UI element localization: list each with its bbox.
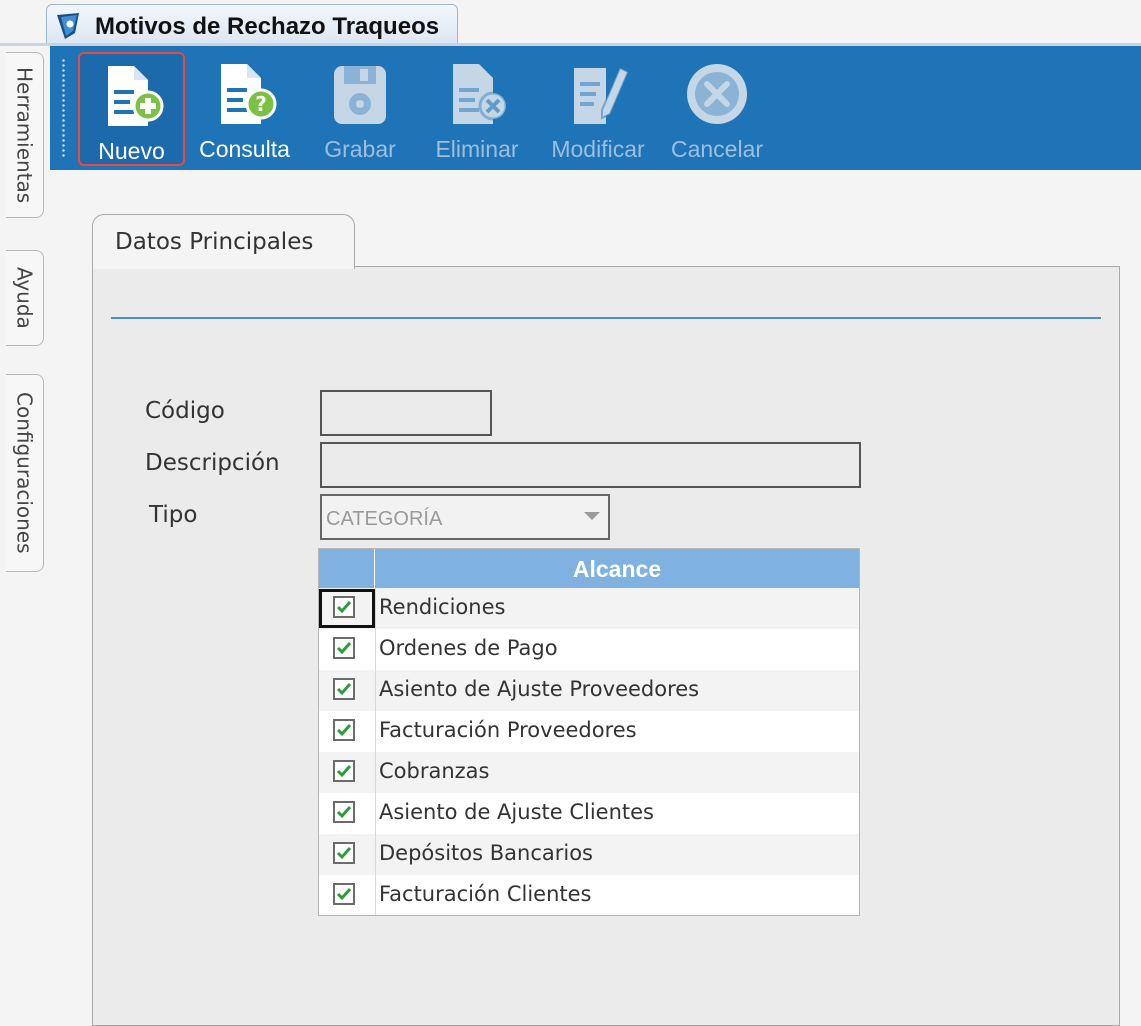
row-label: Facturación Clientes bbox=[379, 882, 592, 906]
nuevo-label: Nuevo bbox=[98, 138, 165, 164]
codigo-label: Código bbox=[145, 398, 225, 424]
tipo-label: Tipo bbox=[149, 502, 198, 528]
side-tab-ayuda[interactable]: Ayuda bbox=[6, 250, 44, 346]
row-checkbox[interactable] bbox=[333, 719, 355, 741]
consulta-button[interactable]: ? Consulta bbox=[192, 52, 297, 166]
row-label: Asiento de Ajuste Proveedores bbox=[379, 677, 700, 701]
row-checkbox[interactable] bbox=[333, 842, 355, 864]
modificar-label: Modificar bbox=[551, 136, 645, 162]
new-document-icon bbox=[107, 66, 163, 126]
table-row[interactable]: Cobranzas bbox=[319, 752, 859, 793]
checkmark-icon bbox=[336, 642, 352, 655]
nuevo-button[interactable]: Nuevo bbox=[78, 52, 185, 166]
grabar-label: Grabar bbox=[324, 136, 396, 162]
side-tab-label: Configuraciones bbox=[12, 392, 37, 554]
table-row[interactable]: Ordenes de Pago bbox=[319, 629, 859, 670]
checkmark-icon bbox=[336, 765, 352, 778]
row-label: Cobranzas bbox=[379, 759, 490, 783]
table-row[interactable]: Depósitos Bancarios bbox=[319, 834, 859, 875]
side-tab-herramientas[interactable]: Herramientas bbox=[6, 52, 44, 218]
table-row[interactable]: Asiento de Ajuste Clientes bbox=[319, 793, 859, 834]
save-icon bbox=[334, 66, 386, 124]
focus-outline bbox=[319, 589, 375, 628]
grid-header: Alcance bbox=[319, 549, 859, 588]
row-checkbox[interactable] bbox=[333, 678, 355, 700]
descripcion-label: Descripción bbox=[145, 450, 280, 476]
side-tab-label: Herramientas bbox=[12, 66, 37, 204]
checkmark-icon bbox=[336, 683, 352, 696]
app-logo-icon bbox=[57, 13, 79, 39]
row-label: Rendiciones bbox=[379, 595, 506, 619]
delete-document-icon bbox=[453, 64, 508, 124]
query-document-icon: ? bbox=[220, 64, 276, 124]
row-label: Depósitos Bancarios bbox=[379, 841, 593, 865]
cancelar-label: Cancelar bbox=[670, 136, 764, 162]
modificar-button[interactable]: Modificar bbox=[542, 52, 654, 166]
side-tab-configuraciones[interactable]: Configuraciones bbox=[6, 374, 44, 572]
eliminar-button[interactable]: Eliminar bbox=[424, 52, 530, 166]
alcance-grid: Alcance Rendiciones Ordenes de Pago Asie… bbox=[318, 548, 860, 916]
consulta-label: Consulta bbox=[199, 136, 290, 162]
edit-document-icon bbox=[574, 66, 630, 124]
checkmark-icon bbox=[336, 724, 352, 737]
window-tab[interactable]: Motivos de Rechazo Traqueos bbox=[46, 4, 458, 44]
eliminar-label: Eliminar bbox=[435, 136, 519, 162]
table-row[interactable]: Asiento de Ajuste Proveedores bbox=[319, 670, 859, 711]
row-checkbox[interactable] bbox=[333, 883, 355, 905]
toolbar-grip[interactable] bbox=[62, 58, 65, 158]
toolbar: Nuevo ? Consulta Grabar Eliminar Modific… bbox=[50, 46, 1141, 170]
window-title: Motivos de Rechazo Traqueos bbox=[95, 13, 440, 40]
checkmark-icon bbox=[336, 888, 352, 901]
tab-label: Datos Principales bbox=[115, 229, 314, 255]
tipo-select[interactable]: CATEGORÍA bbox=[320, 494, 610, 540]
checkmark-icon bbox=[336, 806, 352, 819]
codigo-input[interactable] bbox=[320, 390, 492, 436]
checkbox-column-header[interactable] bbox=[319, 549, 375, 588]
row-checkbox[interactable] bbox=[333, 760, 355, 782]
row-label: Facturación Proveedores bbox=[379, 718, 637, 742]
tipo-value: CATEGORÍA bbox=[326, 508, 443, 530]
grabar-button[interactable]: Grabar bbox=[308, 52, 412, 166]
checkmark-icon bbox=[336, 847, 352, 860]
section-divider bbox=[111, 317, 1101, 319]
table-row[interactable]: Facturación Clientes bbox=[319, 875, 859, 915]
row-checkbox[interactable] bbox=[333, 637, 355, 659]
cancel-icon bbox=[687, 64, 747, 124]
row-label: Ordenes de Pago bbox=[379, 636, 558, 660]
row-label: Asiento de Ajuste Clientes bbox=[379, 800, 654, 824]
svg-text:?: ? bbox=[255, 92, 267, 116]
descripcion-input[interactable] bbox=[320, 442, 861, 488]
alcance-header[interactable]: Alcance bbox=[375, 556, 859, 583]
side-tab-label: Ayuda bbox=[12, 267, 37, 329]
table-row[interactable]: Rendiciones bbox=[319, 588, 859, 629]
tab-datos-principales[interactable]: Datos Principales bbox=[92, 214, 355, 269]
column-separator bbox=[375, 588, 376, 915]
cancelar-button[interactable]: Cancelar bbox=[664, 52, 770, 166]
chevron-down-icon[interactable] bbox=[584, 512, 600, 520]
row-checkbox[interactable] bbox=[333, 801, 355, 823]
table-row[interactable]: Facturación Proveedores bbox=[319, 711, 859, 752]
